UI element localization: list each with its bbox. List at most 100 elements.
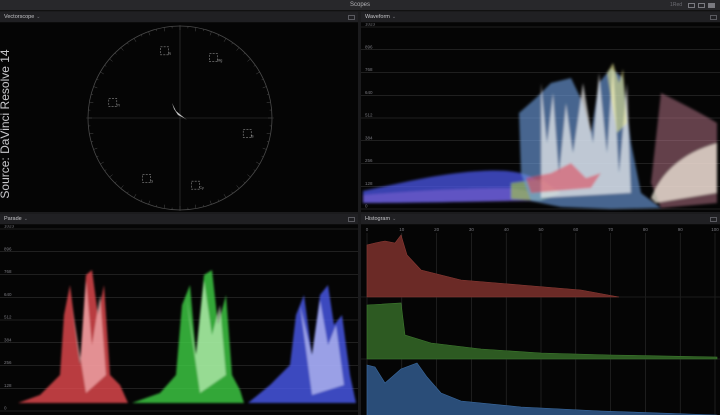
panel-menu-icon[interactable] [710,15,717,20]
waveform-title[interactable]: Waveform ⌄ [365,12,396,23]
vectorscope-target-box [160,46,169,56]
chevron-down-icon: ⌄ [23,216,28,222]
histogram-tick-label: 100 [711,227,719,232]
panel-menu-icon[interactable] [348,15,355,20]
scale-tick-label: 0 [365,204,368,209]
vectorscope-tick [140,199,143,202]
quad-layout-icon[interactable] [708,3,715,8]
vectorscope-tick [261,78,264,81]
parade-title[interactable]: Parade ⌄ [4,214,28,225]
vectorscope-tick [195,204,197,209]
vectorscope-tick [262,86,267,89]
chevron-down-icon: ⌄ [36,14,41,20]
panel-menu-icon[interactable] [710,217,717,222]
scale-tick-label: 384 [4,337,12,342]
waveform-display: 1023 896 768 640 512 384 256 128 0 [361,23,720,210]
vectorscope-tick [96,78,99,81]
vectorscope-title[interactable]: Vectorscope ⌄ [4,12,40,23]
vectorscope-tick [253,169,256,171]
chevron-down-icon: ⌄ [392,216,397,222]
vectorscope-tick [127,191,129,194]
scale-tick-label: 640 [365,90,373,95]
vectorscope-tick [266,101,271,103]
histogram-tick-label: 90 [678,227,684,232]
vectorscope-target-label: Mg [217,59,222,63]
vectorscope-target-box [209,53,218,62]
histogram-tick-label: 20 [434,227,440,232]
dual-layout-icon[interactable] [698,3,705,8]
scale-tick-label: 0 [4,406,7,411]
scale-tick-label: 768 [365,67,373,72]
vectorscope-tick [93,147,98,150]
scale-tick-label: 256 [4,360,12,365]
scale-tick-label: 896 [4,246,12,251]
waveform-trace [363,63,717,209]
scale-tick-label: 384 [365,135,373,140]
vectorscope-panel: Vectorscope ⌄ R Mg B Cy G Yl Source: DaVinci R… [0,12,358,212]
chevron-down-icon: ⌄ [391,14,397,20]
histogram-tick-label: 0 [366,227,369,232]
parade-title-text: Parade [4,216,22,222]
vectorscope-target-box [242,129,252,138]
histogram-title[interactable]: Histogram ⌄ [365,214,396,225]
vectorscope-tick [120,47,124,51]
single-layout-icon[interactable] [688,3,695,8]
panel-menu-icon[interactable] [348,217,355,222]
histogram-tick-label: 30 [469,227,475,232]
vectorscope-tick [148,31,151,36]
vectorscope-tick [96,155,99,158]
mode-selector[interactable]: 1Red [670,0,682,11]
vectorscope-tick [231,42,233,45]
vectorscope-tick [100,161,104,165]
vectorscope-tick [163,27,165,32]
histogram-display: 0 10 20 30 40 50 60 70 80 90 100 [361,227,720,415]
scale-tick-label: 128 [4,383,12,388]
vectorscope-targets: R Mg B Cy G Yl [108,46,254,190]
vectorscope-tick [148,200,151,205]
vectorscope-target-label: Cy [200,186,205,190]
scale-tick-label: 1023 [4,225,15,229]
histogram-header: Histogram ⌄ [361,214,720,225]
vectorscope-target-label: G [151,179,154,183]
histogram-title-text: Histogram [365,216,391,222]
vectorscope-tick [256,161,260,165]
parade-panel: Parade ⌄ 1023 896 768 640 512 384 256 128 0 [0,214,358,415]
histogram-tick-label: 10 [399,227,405,232]
vectorscope-tick [262,147,267,150]
vectorscope-tick [109,174,113,178]
vectorscope-tick [127,42,129,45]
vectorscope-target-box [191,180,200,190]
vectorscope-tick [195,27,197,32]
vectorscope-tick [100,71,104,75]
vectorscope-tick [133,194,137,198]
histogram-panel: Histogram ⌄ 0 10 20 30 40 50 60 70 80 90 100 [361,214,720,415]
vectorscope-tick [223,38,227,42]
vectorscope-tick [217,199,220,202]
vectorscope-display: R Mg B Cy G Yl [86,25,274,211]
histogram-tick-label: 60 [573,227,579,232]
scale-tick-label: 768 [4,269,12,274]
scale-tick-label: 640 [4,292,12,297]
vectorscope-tick [247,174,251,178]
vectorscope-tick [89,133,94,135]
vectorscope-tick [243,181,246,184]
vectorscope-tick [236,185,240,189]
vectorscope-target-box [142,174,151,183]
vectorscope-tick [266,133,271,135]
waveform-panel: Waveform ⌄ 1023 896 768 640 512 384 256 128 0 [361,12,720,212]
scale-tick-label: 512 [365,113,373,118]
vectorscope-tick [120,185,124,189]
scopes-title-bar: Scopes 1Red [0,0,720,11]
vectorscope-tick [89,101,94,103]
vectorscope-tick [217,34,220,37]
scale-tick-label: 1023 [365,23,376,27]
scale-tick-label: 896 [365,44,373,49]
vectorscope-tick [231,191,233,194]
vectorscope-trace [172,103,187,120]
vectorscope-tick [114,52,117,55]
parade-green-trace [132,270,244,403]
vectorscope-tick [236,47,240,51]
vectorscope-target-label: R [168,52,171,56]
vectorscope-header: Vectorscope ⌄ [0,12,358,23]
vectorscope-tick [247,58,251,62]
